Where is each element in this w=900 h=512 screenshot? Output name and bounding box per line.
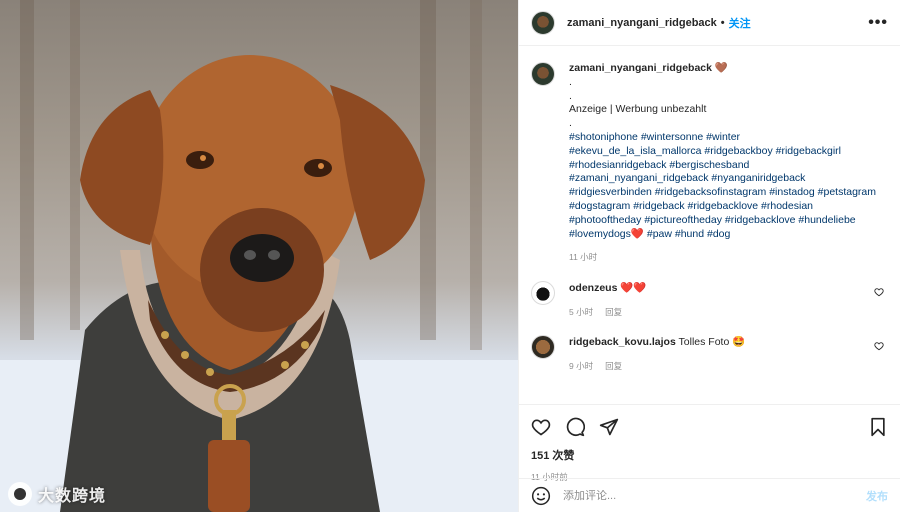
comment-text: Tolles Foto 🤩 xyxy=(678,336,746,349)
post-side-panel: zamani_nyangani_ridgeback • 关注 ••• zaman… xyxy=(518,0,900,512)
share-paper-plane-icon[interactable] xyxy=(599,417,619,437)
caption-line: Anzeige | Werbung unbezahlt xyxy=(569,103,707,116)
more-options-icon[interactable]: ••• xyxy=(868,14,888,32)
reply-button[interactable]: 回复 xyxy=(605,359,622,373)
like-count[interactable]: 151 次赞 xyxy=(531,447,888,463)
hashtag-line[interactable]: #lovemydogs❤️ #paw #hund #dog xyxy=(569,228,888,242)
watermark-logo-icon xyxy=(8,482,32,506)
author-username[interactable]: zamani_nyangani_ridgeback xyxy=(567,17,717,29)
comment-text: ❤️❤️ xyxy=(620,282,647,295)
caption-body: zamani_nyangani_ridgeback 🤎 . . Anzeige … xyxy=(569,62,888,265)
add-comment-bar: 发布 xyxy=(519,478,900,512)
hashtag-line[interactable]: #ekevu_de_la_isla_mallorca #ridgebackboy… xyxy=(569,145,888,159)
hashtag-line[interactable]: #rhodesianridgeback #bergischesband xyxy=(569,159,888,173)
comment-item: odenzeus ❤️❤️ 5 小时 回复 xyxy=(531,281,888,319)
watermark: 大数跨境 xyxy=(8,482,106,506)
header-separator: • xyxy=(720,16,725,29)
save-bookmark-icon[interactable] xyxy=(868,417,888,437)
caption-avatar[interactable] xyxy=(531,62,555,86)
caption-emoji: 🤎 xyxy=(714,62,728,74)
commenter-avatar[interactable] xyxy=(531,281,555,306)
comments-section: zamani_nyangani_ridgeback 🤎 . . Anzeige … xyxy=(519,46,900,404)
hashtag-line[interactable]: #dogstagram #ridgeback #ridgebacklove #r… xyxy=(569,200,888,214)
like-heart-icon[interactable] xyxy=(531,417,551,437)
caption-line: . xyxy=(569,75,572,88)
instagram-post: 大数跨境 zamani_nyangani_ridgeback • 关注 ••• … xyxy=(0,0,900,512)
commenter-username[interactable]: odenzeus xyxy=(569,282,617,294)
caption-time: 11 小时 xyxy=(569,252,598,263)
post-comment-button[interactable]: 发布 xyxy=(866,488,888,504)
commenter-username[interactable]: ridgeback_kovu.lajos xyxy=(569,336,676,348)
comment-item: ridgeback_kovu.lajos Tolles Foto 🤩 9 小时 … xyxy=(531,335,888,373)
caption-line: . xyxy=(569,89,572,102)
hashtag-line[interactable]: #photooftheday #pictureoftheday #ridgeba… xyxy=(569,214,888,228)
hashtag-line[interactable]: #zamani_nyangani_ridgeback #nyanganiridg… xyxy=(569,172,888,186)
comment-bubble-icon[interactable] xyxy=(565,417,585,437)
caption-line: . xyxy=(569,117,572,130)
comment-like-heart-icon[interactable] xyxy=(874,287,884,297)
action-icons xyxy=(531,413,888,441)
reply-button[interactable]: 回复 xyxy=(605,305,622,319)
post-header: zamani_nyangani_ridgeback • 关注 ••• xyxy=(519,0,900,46)
post-photo[interactable]: 大数跨境 xyxy=(0,0,518,512)
caption: zamani_nyangani_ridgeback 🤎 . . Anzeige … xyxy=(531,62,888,265)
hashtag-line[interactable]: #shotoniphone #wintersonne #winter xyxy=(569,131,888,145)
watermark-text: 大数跨境 xyxy=(38,488,107,505)
author-avatar[interactable] xyxy=(531,10,555,35)
comment-time: 9 小时 xyxy=(569,361,594,372)
comment-like-heart-icon[interactable] xyxy=(874,341,884,351)
hashtag-line[interactable]: #ridgiesverbinden #ridgebacksofinstagram… xyxy=(569,186,888,200)
add-comment-input[interactable] xyxy=(563,489,854,502)
comment-time: 5 小时 xyxy=(569,307,594,318)
commenter-avatar[interactable] xyxy=(531,335,555,360)
emoji-smiley-icon[interactable] xyxy=(531,486,551,506)
dog-illustration xyxy=(0,0,518,512)
follow-button[interactable]: 关注 xyxy=(729,15,751,31)
caption-username[interactable]: zamani_nyangani_ridgeback xyxy=(569,62,712,74)
